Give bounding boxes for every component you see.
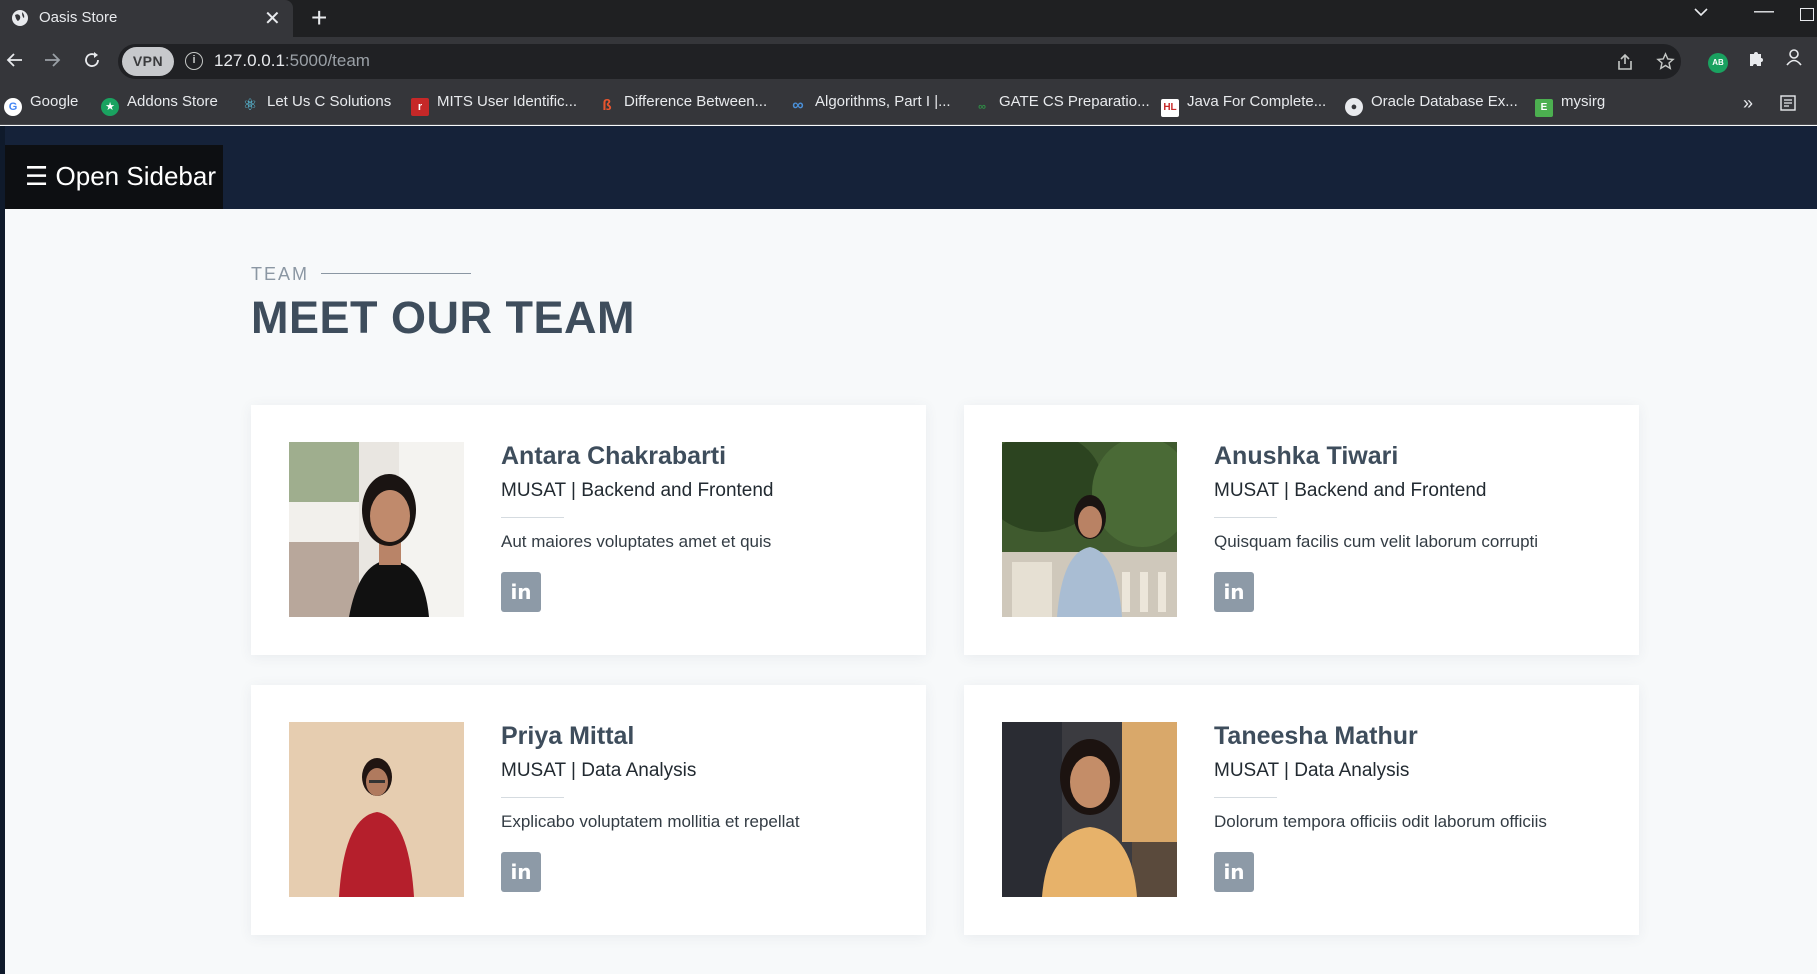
- gfg-icon: ∞: [978, 101, 986, 113]
- google-icon: G: [4, 98, 22, 116]
- divider: [1214, 797, 1277, 798]
- linkedin-icon[interactable]: in: [1214, 852, 1254, 892]
- bookmark-mits[interactable]: r MITS User Identific...: [411, 93, 577, 117]
- maximize-icon[interactable]: [1800, 8, 1814, 21]
- profile-icon[interactable]: [1784, 47, 1804, 67]
- team-member-card: Taneesha Mathur MUSAT | Data Analysis Do…: [964, 685, 1639, 935]
- reload-icon[interactable]: [83, 51, 101, 69]
- member-role: MUSAT | Backend and Frontend: [1214, 480, 1487, 501]
- tab-search-icon[interactable]: [1693, 4, 1709, 20]
- team-member-card: Anushka Tiwari MUSAT | Backend and Front…: [964, 405, 1639, 655]
- divider: [501, 517, 564, 518]
- infinity-icon: ∞: [792, 97, 804, 114]
- bookmark-algorithms[interactable]: ∞ Algorithms, Part I |...: [789, 93, 950, 117]
- open-sidebar-button[interactable]: ☰ Open Sidebar: [5, 145, 223, 209]
- close-tab-icon[interactable]: ✕: [264, 6, 281, 31]
- extensions-puzzle-icon[interactable]: [1746, 49, 1766, 69]
- member-role: MUSAT | Backend and Frontend: [501, 480, 774, 501]
- bookmark-gate-cs[interactable]: ∞ GATE CS Preparatio...: [973, 93, 1150, 117]
- bookmark-star-icon[interactable]: [1656, 52, 1675, 71]
- url-text[interactable]: 127.0.0.1:5000/team: [214, 51, 370, 71]
- bookmark-google[interactable]: G Google: [4, 93, 78, 117]
- member-photo: [289, 442, 464, 617]
- team-member-card: Antara Chakrabarti MUSAT | Backend and F…: [251, 405, 926, 655]
- bookmark-mysirg[interactable]: Emysirg: [1535, 93, 1605, 117]
- member-description: Aut maiores voluptates amet et quis: [501, 532, 772, 551]
- site-info-icon[interactable]: i: [185, 52, 203, 70]
- divider: [501, 797, 564, 798]
- bookmark-addons-store[interactable]: ★ Addons Store: [101, 93, 218, 117]
- member-name: Taneesha Mathur: [1214, 722, 1418, 750]
- adblock-extension-icon[interactable]: AB: [1708, 53, 1728, 73]
- member-photo: [1002, 442, 1177, 617]
- tab-strip: Oasis Store ✕ + —: [0, 0, 1817, 37]
- bookmark-difference[interactable]: ß Difference Between...: [598, 93, 767, 117]
- section-label-line: [321, 273, 471, 274]
- member-role: MUSAT | Data Analysis: [501, 760, 697, 781]
- share-icon[interactable]: [1616, 53, 1634, 71]
- page-content: ☰ Open Sidebar TEAM MEET OUR TEAM Antara…: [0, 126, 1817, 974]
- linkedin-icon[interactable]: in: [501, 852, 541, 892]
- minimize-icon[interactable]: —: [1754, 0, 1774, 23]
- globe-icon: [12, 10, 28, 26]
- bookmarks-bar: G Google ★ Addons Store ⚛ Let Us C Solution…: [0, 87, 1817, 125]
- addons-store-icon: ★: [101, 98, 119, 116]
- top-navbar: [0, 126, 1817, 209]
- mysirg-icon: E: [1535, 99, 1553, 117]
- address-bar[interactable]: VPN i 127.0.0.1:5000/team: [118, 44, 1681, 79]
- divider: [1214, 517, 1277, 518]
- member-name: Anushka Tiwari: [1214, 442, 1399, 470]
- vpn-badge[interactable]: VPN: [122, 47, 174, 76]
- forward-arrow-icon[interactable]: [43, 51, 61, 69]
- browser-tab[interactable]: Oasis Store ✕: [0, 0, 293, 37]
- member-role: MUSAT | Data Analysis: [1214, 760, 1410, 781]
- linkedin-icon[interactable]: in: [1214, 572, 1254, 612]
- reading-list-icon[interactable]: [1780, 95, 1796, 111]
- member-description: Quisquam facilis cum velit laborum corru…: [1214, 532, 1539, 551]
- team-member-card: Priya Mittal MUSAT | Data Analysis Expli…: [251, 685, 926, 935]
- left-edge: [0, 126, 5, 974]
- react-icon: ⚛: [242, 97, 258, 114]
- linkedin-icon[interactable]: in: [501, 572, 541, 612]
- browser-toolbar: VPN i 127.0.0.1:5000/team: [0, 37, 1817, 87]
- globe-icon: ●: [1345, 98, 1363, 116]
- bookmark-oracle[interactable]: ● Oracle Database Ex...: [1345, 93, 1518, 117]
- hl-icon: HL: [1161, 99, 1179, 117]
- page-title: MEET OUR TEAM: [251, 292, 635, 343]
- bookmark-java[interactable]: HL Java For Complete...: [1161, 93, 1326, 117]
- back-arrow-icon[interactable]: [6, 51, 24, 69]
- member-name: Priya Mittal: [501, 722, 635, 750]
- member-photo: [1002, 722, 1177, 897]
- more-bookmarks-icon[interactable]: »: [1743, 93, 1753, 114]
- member-photo: [289, 722, 464, 897]
- member-name: Antara Chakrabarti: [501, 442, 727, 470]
- member-description: Explicabo voluptatem mollitia et repella…: [501, 812, 800, 831]
- bookmark-let-us-c[interactable]: ⚛ Let Us C Solutions: [241, 93, 391, 117]
- new-tab-button[interactable]: +: [311, 2, 327, 34]
- member-description: Dolorum tempora officiis odit laborum of…: [1214, 812, 1547, 831]
- mits-icon: r: [411, 98, 429, 116]
- tab-title: Oasis Store: [39, 9, 118, 26]
- difference-icon: ß: [602, 97, 612, 114]
- section-label: TEAM: [251, 264, 310, 284]
